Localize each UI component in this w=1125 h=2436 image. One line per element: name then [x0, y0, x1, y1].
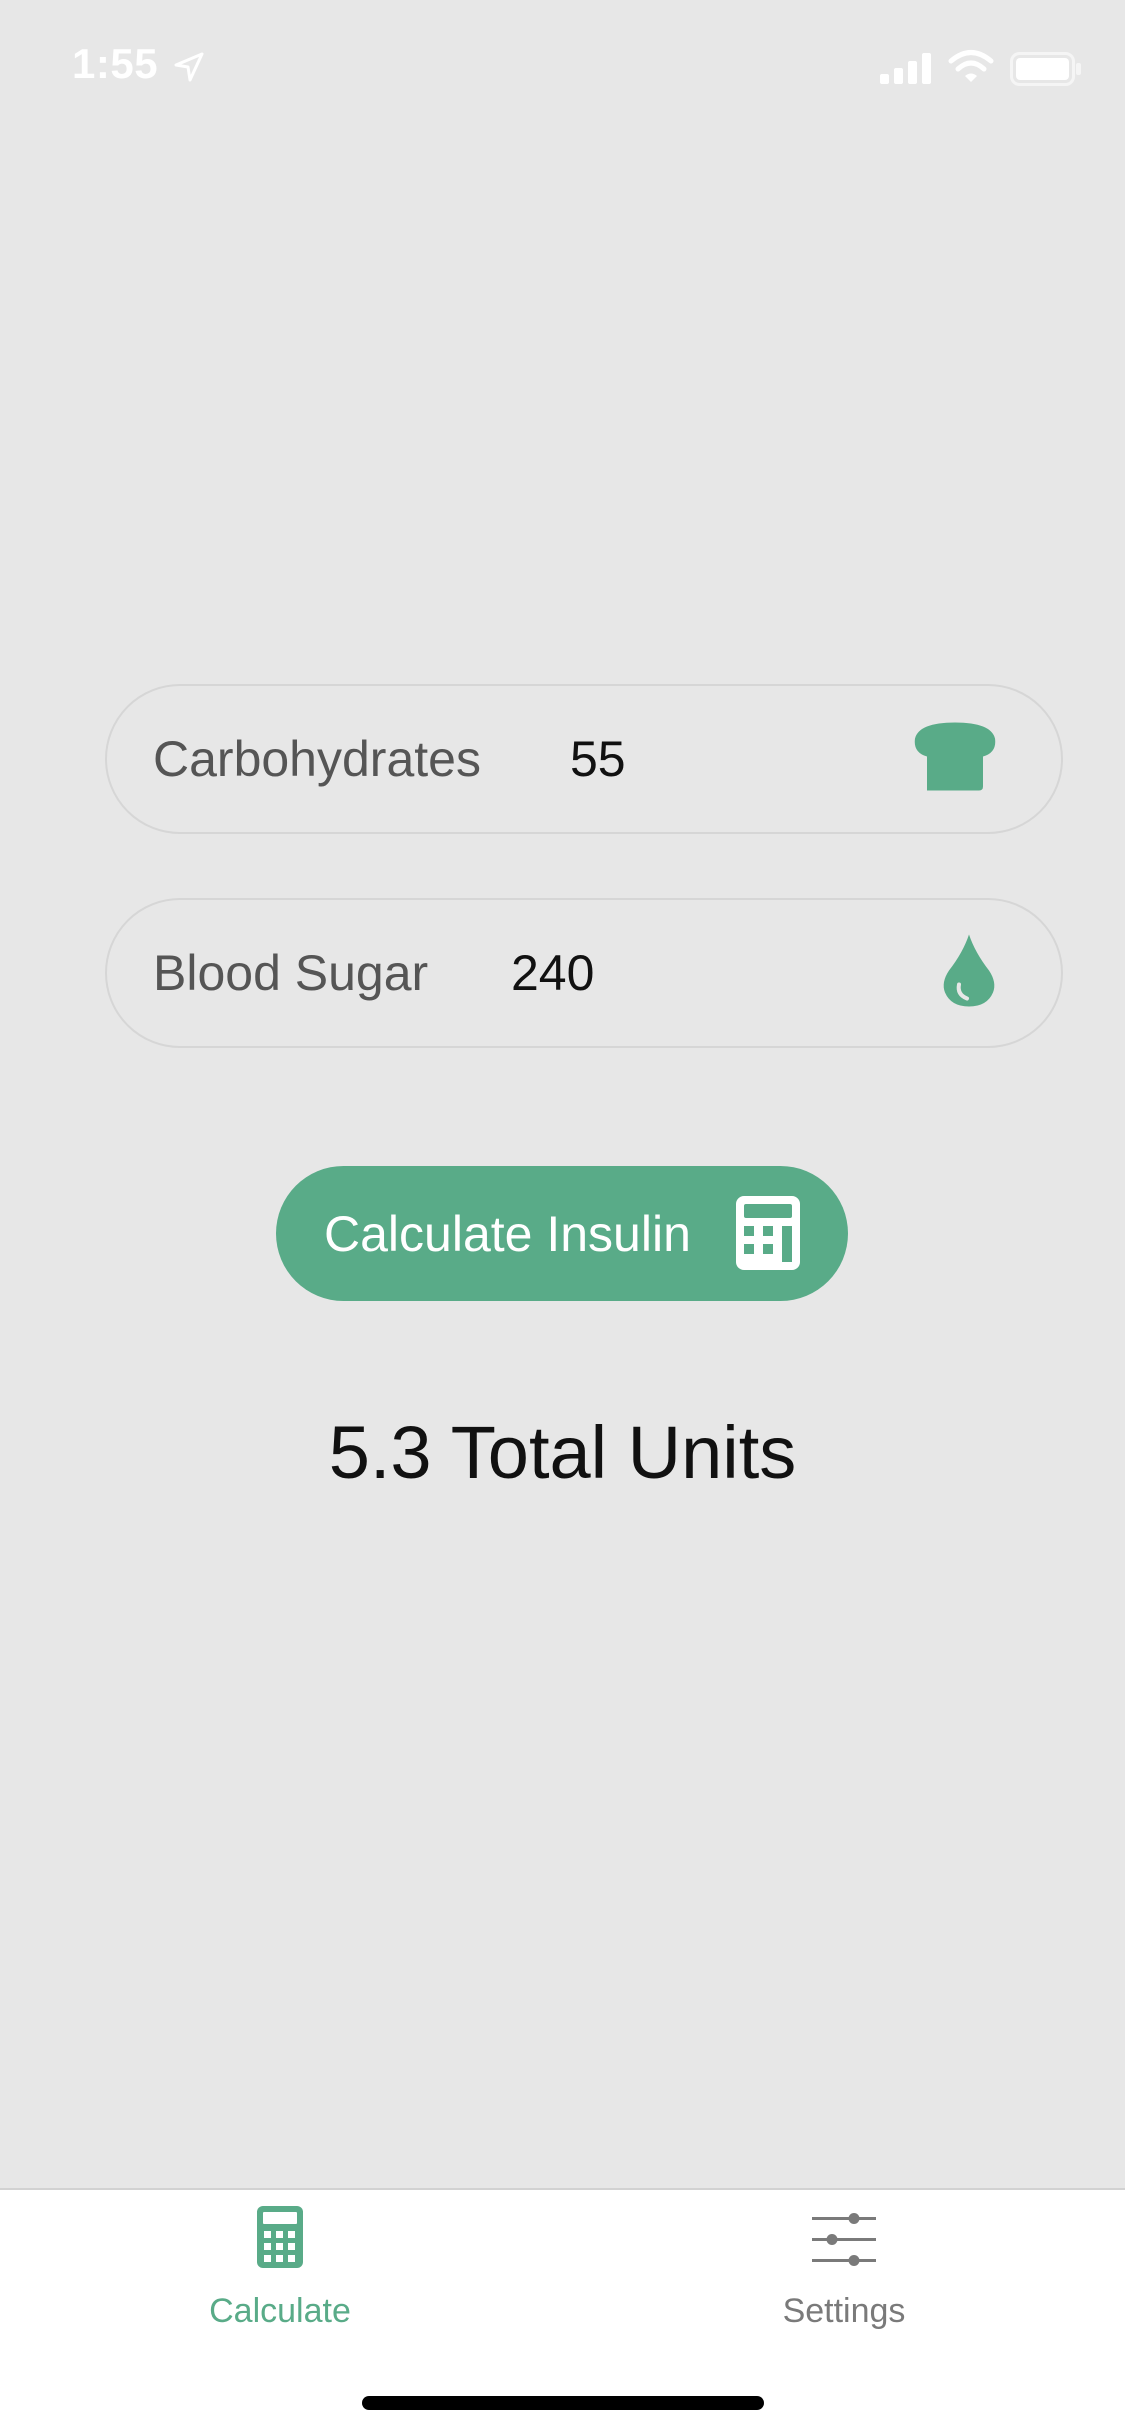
calculate-insulin-button[interactable]: Calculate Insulin: [276, 1166, 848, 1301]
calculator-icon: [257, 2206, 303, 2273]
calculator-icon: [736, 1196, 800, 1275]
blood-sugar-label: Blood Sugar: [153, 945, 429, 1001]
status-time: 1:55: [72, 40, 159, 87]
tab-calculate-label: Calculate: [209, 2292, 351, 2330]
calculate-insulin-label: Calculate Insulin: [324, 1205, 691, 1262]
location-arrow-icon: [174, 52, 204, 87]
battery-icon: [1010, 52, 1082, 91]
total-units-result: 5.3 Total Units: [328, 1411, 797, 1494]
blood-drop-icon: [941, 933, 997, 1014]
carbohydrates-field[interactable]: Carbohydrates 55: [105, 684, 1063, 834]
wifi-icon: [948, 48, 994, 89]
tab-settings-label: Settings: [782, 2292, 906, 2330]
status-bar: 1:55: [0, 0, 1125, 132]
carbohydrates-label: Carbohydrates: [153, 731, 481, 787]
bread-icon: [913, 721, 997, 798]
home-indicator: [362, 2396, 764, 2410]
blood-sugar-value[interactable]: 240: [511, 944, 594, 1002]
tab-settings[interactable]: Settings: [694, 2190, 994, 2360]
blood-sugar-field[interactable]: Blood Sugar 240: [105, 898, 1063, 1048]
sliders-icon: [812, 2212, 876, 2273]
carbohydrates-value[interactable]: 55: [570, 730, 626, 788]
tab-calculate[interactable]: Calculate: [130, 2190, 430, 2360]
cellular-signal-icon: [880, 52, 932, 89]
